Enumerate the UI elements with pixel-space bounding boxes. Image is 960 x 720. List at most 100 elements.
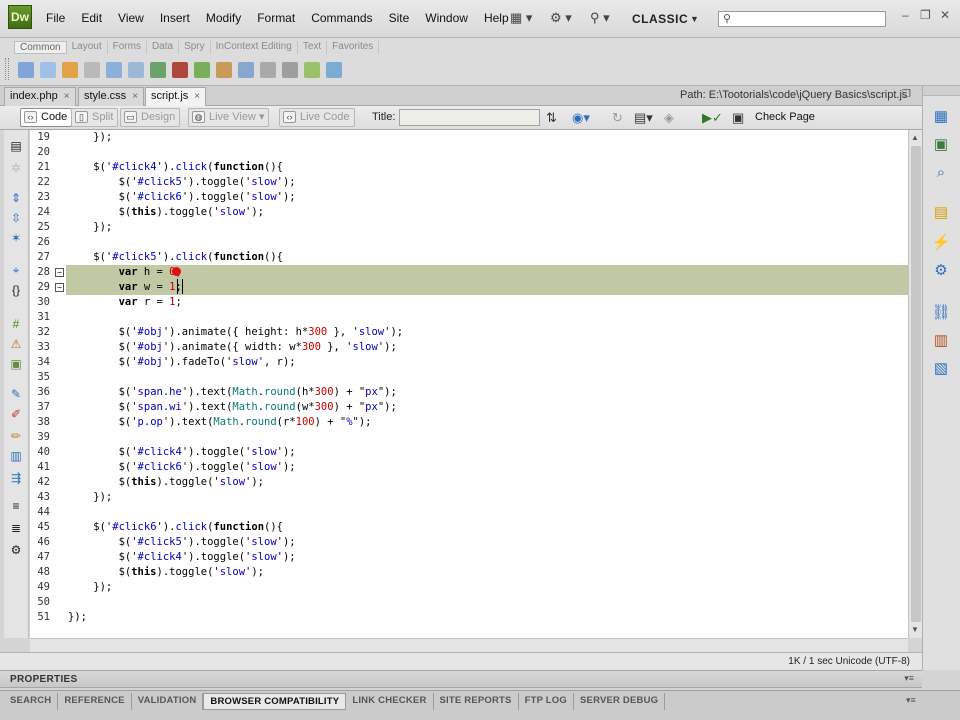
comment-icon[interactable] [238,62,254,78]
code-line[interactable]: 47 $('#click4').toggle('slow'); [30,550,908,565]
email-link-icon[interactable] [40,62,56,78]
code-line[interactable]: 51}); [30,610,908,625]
design-view-button[interactable]: ▭ Design [120,108,181,127]
scroll-down-icon[interactable]: ▼ [911,625,919,634]
results-tab-link-checker[interactable]: LINK CHECKER [346,693,434,710]
insert-tab-spry[interactable]: Spry [179,41,211,54]
check-page-icon[interactable]: ▣ [732,110,744,126]
div-icon[interactable] [128,62,144,78]
workspace-switcher[interactable]: CLASSIC [632,12,688,26]
insert-tab-common[interactable]: Common [14,41,67,54]
vertical-scrollbar[interactable]: ▲ ▼ [908,130,922,638]
date-icon[interactable] [194,62,210,78]
code-line[interactable]: 32 $('#obj').animate({ height: h*300 }, … [30,325,908,340]
code-line[interactable]: 46 $('#click5').toggle('slow'); [30,535,908,550]
refresh-icon[interactable]: ↻ [612,110,623,126]
line-numbers-icon[interactable]: # [8,316,24,332]
menu-item-insert[interactable]: Insert [152,11,198,25]
remove-comment-icon[interactable]: ✐ [8,406,24,422]
code-line[interactable]: 29− var w = 1; [30,280,908,295]
code-line[interactable]: 23 $('#click6').toggle('slow'); [30,190,908,205]
hyperlink-icon[interactable] [18,62,34,78]
panel-grip[interactable] [923,86,960,96]
results-tab-validation[interactable]: VALIDATION [132,693,204,710]
ap-elements-icon[interactable]: ⌕ [931,164,951,182]
menu-item-file[interactable]: File [38,11,73,25]
code-line[interactable]: 48 $(this).toggle('slow'); [30,565,908,580]
files-icon[interactable]: ⛓ [931,304,951,322]
panel-menu-icon[interactable]: ▾≡ [906,695,916,706]
chevron-down-icon[interactable]: ▼ [690,14,699,24]
close-icon[interactable]: × [194,91,200,102]
code-line[interactable]: 21 $('#click4').click(function(){ [30,160,908,175]
results-tab-reference[interactable]: REFERENCE [58,693,132,710]
panel-grip[interactable] [5,58,9,80]
head-icon[interactable] [260,62,276,78]
insert-tab-layout[interactable]: Layout [67,41,108,54]
databases-icon[interactable]: ⚙ [931,262,951,280]
image-icon[interactable] [150,62,166,78]
css-styles-icon[interactable]: ▣ [931,136,951,154]
code-line[interactable]: 41 $('#click6').toggle('slow'); [30,460,908,475]
code-line[interactable]: 33 $('#obj').animate({ width: w*300 }, '… [30,340,908,355]
code-line[interactable]: 39 [30,430,908,445]
fold-toggle-icon[interactable]: − [55,283,64,292]
apply-comment-icon[interactable]: ✎ [8,386,24,402]
layout-icon[interactable]: ▦ ▾ [510,10,532,26]
restore-icon[interactable]: ❐ [920,8,931,22]
named-anchor-icon[interactable] [62,62,78,78]
fold-toggle-icon[interactable]: − [55,268,64,277]
code-line[interactable]: 50 [30,595,908,610]
snippets-icon[interactable]: ▧ [931,360,951,378]
code-line[interactable]: 26 [30,235,908,250]
wrap-tag-icon[interactable]: ✏ [8,428,24,444]
horizontal-scrollbar[interactable] [30,638,908,652]
code-line[interactable]: 25 }); [30,220,908,235]
visual-aids-icon[interactable]: ◈ [664,110,674,126]
code-line[interactable]: 49 }); [30,580,908,595]
code-line[interactable]: 27 $('#click5').click(function(){ [30,250,908,265]
insert-tab-incontext-editing[interactable]: InContext Editing [211,41,298,54]
split-view-button[interactable]: ▯ Split [71,108,119,127]
menu-item-edit[interactable]: Edit [73,11,110,25]
outdent-code-icon[interactable]: ≣ [8,520,24,536]
code-line[interactable]: 37 $('span.wi').text(Math.round(w*300) +… [30,400,908,415]
tag-chooser-icon[interactable] [326,62,342,78]
collapse-selection-icon[interactable]: ⇳ [8,210,24,226]
insert-tab-data[interactable]: Data [147,41,180,54]
code-line[interactable]: 34 $('#obj').fadeTo('slow', r); [30,355,908,370]
code-line[interactable]: 22 $('#click5').toggle('slow'); [30,175,908,190]
gear-icon[interactable]: ⚙ ▾ [550,10,572,26]
horizontal-rule-icon[interactable] [84,62,100,78]
menu-item-window[interactable]: Window [417,11,476,25]
assets-icon[interactable]: ▥ [931,332,951,350]
menu-item-commands[interactable]: Commands [303,11,380,25]
scroll-thumb[interactable] [911,146,921,622]
tab-style-css[interactable]: style.css × [78,87,145,106]
results-tab-site-reports[interactable]: SITE REPORTS [434,693,519,710]
live-view-button[interactable]: ◍ Live View ▾ [188,108,270,127]
code-line[interactable]: 31 [30,310,908,325]
menu-item-site[interactable]: Site [381,11,418,25]
title-field[interactable] [399,109,540,126]
scroll-up-icon[interactable]: ▲ [911,133,919,142]
format-source-icon[interactable]: ⚙ [8,542,24,558]
restore-icon[interactable]: ❐ [902,89,911,100]
close-icon[interactable]: × [64,91,70,102]
results-tab-ftp-log[interactable]: FTP LOG [519,693,574,710]
code-line[interactable]: 19 }); [30,130,908,145]
insert-panel-icon[interactable]: ▦ [931,108,951,126]
script-icon[interactable] [282,62,298,78]
templates-icon[interactable] [304,62,320,78]
insert-tab-forms[interactable]: Forms [108,41,147,54]
preview-browser-icon[interactable]: ◉▾ [572,110,590,126]
code-line[interactable]: 43 }); [30,490,908,505]
highlight-invalid-code-icon[interactable]: ⚠ [8,336,24,352]
tab-script-js[interactable]: script.js × [145,87,207,106]
results-tab-browser-compatibility[interactable]: BROWSER COMPATIBILITY [203,693,347,710]
collapse-tag-icon[interactable]: ⇕ [8,190,24,206]
table-icon[interactable] [106,62,122,78]
menu-item-modify[interactable]: Modify [198,11,249,25]
results-tab-search[interactable]: SEARCH [4,693,59,710]
live-code-button[interactable]: ‹› Live Code [279,108,355,127]
